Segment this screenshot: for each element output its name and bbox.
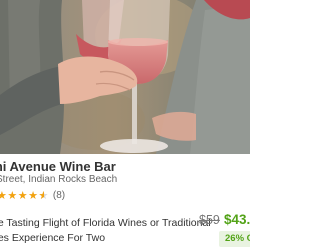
star-icon: ★ bbox=[28, 189, 39, 202]
deal-info: ami Avenue Wine Bar Street, Indian Rocks… bbox=[0, 154, 250, 250]
discount-badge: 26% Of bbox=[219, 231, 250, 247]
wine-toast-image bbox=[0, 0, 250, 154]
original-price: $59 bbox=[199, 213, 220, 227]
description-line: ne Tasting Flight of Florida Wines or Tr… bbox=[0, 217, 211, 229]
deal-title[interactable]: ami Avenue Wine Bar bbox=[0, 159, 116, 174]
deal-description: ne Tasting Flight of Florida Wines or Tr… bbox=[0, 216, 211, 246]
star-icon: ★ bbox=[17, 189, 29, 202]
review-count: (8) bbox=[52, 189, 66, 201]
deal-address: Street, Indian Rocks Beach bbox=[0, 174, 118, 185]
star-half-icon: ★ bbox=[39, 189, 49, 202]
rating: ★★★★★ (8) bbox=[0, 188, 65, 202]
star-icon: ★ bbox=[7, 189, 18, 202]
discounted-price: $43.5 bbox=[224, 212, 250, 227]
star-rating: ★★★★★ bbox=[0, 189, 49, 202]
deal-card[interactable]: ami Avenue Wine Bar Street, Indian Rocks… bbox=[0, 0, 250, 250]
deal-photo[interactable] bbox=[0, 0, 250, 154]
description-line: nes Experience For Two bbox=[0, 232, 106, 244]
